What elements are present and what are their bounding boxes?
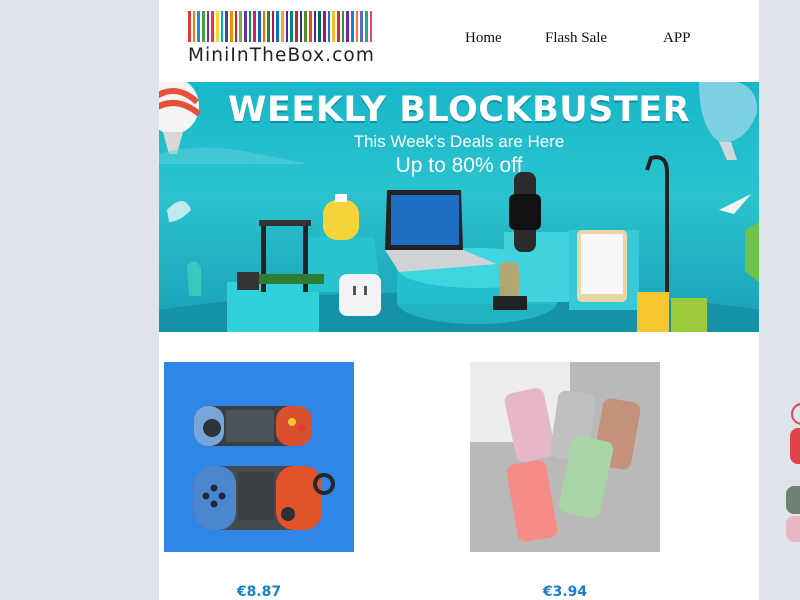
logo-bar xyxy=(304,11,308,42)
logo-bar xyxy=(201,11,205,42)
logo-bar xyxy=(229,11,233,42)
banner-subheadline: This Week's Deals are Here xyxy=(353,132,565,151)
weekly-blockbuster-banner[interactable]: WEEKLY BLOCKBUSTER This Week's Deals are… xyxy=(159,82,759,332)
nav-home-link[interactable]: Home xyxy=(465,30,502,47)
logo-bar xyxy=(341,11,345,42)
banner-headline: WEEKLY BLOCKBUSTER xyxy=(227,90,691,130)
logo-bar xyxy=(337,11,340,42)
logo-bar xyxy=(360,11,363,42)
shopping-bags-image xyxy=(637,292,707,332)
logo-bar xyxy=(295,11,298,42)
site-logo[interactable]: MiniInTheBox.com xyxy=(188,11,375,67)
logo-bar xyxy=(197,11,200,42)
phone-cases-icon xyxy=(470,362,660,552)
logo-bar xyxy=(285,11,289,42)
airpods-case-partial-icon xyxy=(786,403,800,542)
logo-bar xyxy=(206,11,210,42)
logo-bar xyxy=(220,11,224,42)
logo-bar xyxy=(276,11,280,42)
banner-offer: Up to 80% off xyxy=(395,154,523,177)
logo-bar xyxy=(234,11,238,42)
product-image-gamepad-case[interactable] xyxy=(164,362,354,552)
laptop-image xyxy=(385,190,497,272)
logo-bar xyxy=(327,11,331,42)
product-price: €3.94 xyxy=(542,584,588,600)
logo-bar xyxy=(243,11,247,42)
product-grid: €8.87 €3.94 xyxy=(159,362,800,600)
smart-plug-image xyxy=(339,274,381,316)
logo-bar xyxy=(211,11,214,42)
page: MiniInTheBox.com Home Flash Sale APP WEE… xyxy=(159,0,759,600)
logo-bar xyxy=(225,11,228,42)
logo-bar xyxy=(192,11,196,42)
header: MiniInTheBox.com Home Flash Sale APP xyxy=(159,0,759,82)
logo-bar xyxy=(309,11,312,42)
logo-bar xyxy=(346,11,349,42)
gamepad-case-icon xyxy=(194,406,335,530)
logo-bar xyxy=(257,11,261,42)
logo-barcode xyxy=(188,11,373,42)
logo-bar xyxy=(332,11,335,42)
logo-bar xyxy=(248,11,252,42)
product-card[interactable]: €3.94 xyxy=(470,362,660,600)
logo-bar xyxy=(215,11,219,42)
product-image-phone-cases[interactable] xyxy=(470,362,660,552)
humidifier-image xyxy=(323,194,359,240)
smartphone-image xyxy=(577,230,627,302)
logo-bar xyxy=(253,11,256,42)
logo-bar xyxy=(318,11,322,42)
logo-bar xyxy=(364,11,368,42)
logo-bar xyxy=(271,11,275,42)
logo-bar xyxy=(188,11,191,42)
logo-text: MiniInTheBox.com xyxy=(188,45,375,66)
logo-bar xyxy=(369,11,373,42)
logo-bar xyxy=(299,11,303,42)
product-price: €8.87 xyxy=(236,584,282,600)
product-image-partial[interactable] xyxy=(784,362,800,552)
nav-app-link[interactable]: APP xyxy=(663,30,691,47)
logo-bar xyxy=(267,11,270,42)
logo-bar xyxy=(355,11,359,42)
logo-bar xyxy=(350,11,354,42)
logo-bar xyxy=(239,11,242,42)
nav-flash-sale-link[interactable]: Flash Sale xyxy=(545,30,607,47)
logo-bar xyxy=(262,11,266,42)
logo-bar xyxy=(323,11,326,42)
logo-bar xyxy=(290,11,294,42)
logo-bar xyxy=(313,11,317,42)
logo-bar xyxy=(281,11,284,42)
product-card[interactable]: €8.87 xyxy=(164,362,354,600)
